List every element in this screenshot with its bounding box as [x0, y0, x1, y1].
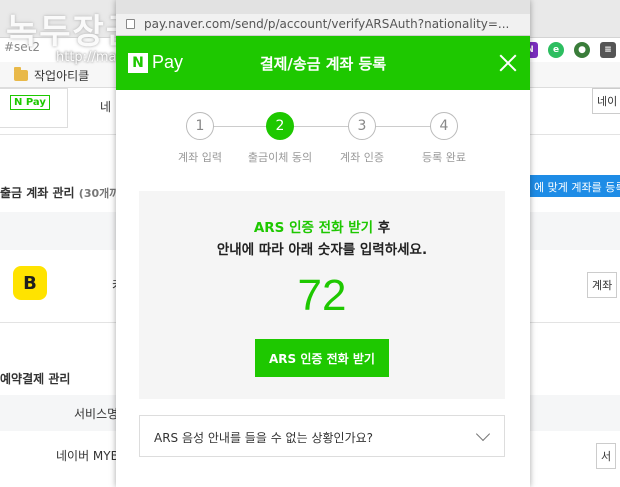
menu-icon[interactable]: ≡	[600, 42, 616, 58]
step-label: 계좌 입력	[178, 151, 222, 164]
kakaobank-icon: B	[13, 266, 47, 300]
faq-label: ARS 음성 안내를 들을 수 없는 상황인가요?	[154, 431, 374, 445]
step-number: 3	[348, 112, 376, 140]
lock-icon	[126, 19, 135, 29]
service-button[interactable]: 서	[596, 443, 617, 469]
bookmark-label: 작업아티클	[34, 69, 90, 83]
payment-popup: pay.naver.com/send/p/account/verifyARSAu…	[116, 0, 530, 487]
step-number: 2	[266, 112, 294, 140]
popup-titlebar	[116, 0, 530, 14]
row-partial-text: 네	[100, 100, 112, 114]
register-banner[interactable]: 에 맞게 계좌를 등록	[530, 175, 620, 197]
popup-header: N Pay 결제/송금 계좌 등록	[116, 36, 530, 90]
step-1: 1 계좌 입력	[160, 112, 240, 165]
ars-call-button[interactable]: ARS 인증 전화 받기	[255, 339, 389, 377]
step-3: 3 계좌 인증	[322, 112, 402, 165]
ars-code: 72	[297, 271, 347, 320]
folder-icon	[14, 67, 28, 81]
service-row-text: 네이버 MYB	[56, 449, 119, 463]
popup-title: 결제/송금 계좌 등록	[259, 55, 387, 73]
progress-steps: 1 계좌 입력 2 출금이체 동의 3 계좌 인증 4 등록 완료	[116, 112, 530, 172]
step-number: 1	[186, 112, 214, 140]
step-label: 출금이체 동의	[247, 151, 313, 164]
step-label: 등록 완료	[422, 151, 466, 164]
faq-accordion[interactable]: ARS 음성 안내를 들을 수 없는 상황인가요?	[139, 415, 505, 457]
chevron-down-icon	[475, 426, 491, 442]
ars-instruction: ARS 인증 전화 받기 후 안내에 따라 아래 숫자를 입력하세요.	[139, 217, 505, 261]
step-2: 2 출금이체 동의	[240, 112, 320, 165]
extension-icon[interactable]: ●	[574, 42, 590, 58]
popup-urlbar: pay.naver.com/send/p/account/verifyARSAu…	[116, 14, 530, 36]
step-number: 4	[430, 112, 458, 140]
evernote-icon[interactable]: e	[548, 42, 564, 58]
account-button[interactable]: 계좌	[587, 272, 618, 298]
ars-auth-box: ARS 인증 전화 받기 후 안내에 따라 아래 숫자를 입력하세요. 72 A…	[139, 191, 505, 399]
npay-logo: N Pay	[0, 88, 68, 128]
section2-title: 예약결제 관리	[0, 372, 71, 386]
bookmark-folder[interactable]: 작업아티클	[14, 67, 89, 84]
section-title: 출금 계좌 관리 (30개까지	[0, 186, 130, 200]
ars-instruction-suffix: 후	[373, 220, 391, 236]
url-text[interactable]: pay.naver.com/send/p/account/verifyARSAu…	[144, 17, 509, 31]
row-button[interactable]: 네이	[592, 88, 620, 114]
close-icon[interactable]	[498, 53, 518, 73]
extension-icons: N e ● ≡	[522, 42, 616, 58]
ars-instruction-line2: 안내에 따라 아래 숫자를 입력하세요.	[216, 242, 428, 258]
ars-instruction-highlight: ARS 인증 전화 받기	[253, 220, 374, 236]
step-label: 계좌 인증	[340, 151, 384, 164]
service-column-header: 서비스명	[74, 407, 119, 421]
step-4: 4 등록 완료	[404, 112, 484, 165]
